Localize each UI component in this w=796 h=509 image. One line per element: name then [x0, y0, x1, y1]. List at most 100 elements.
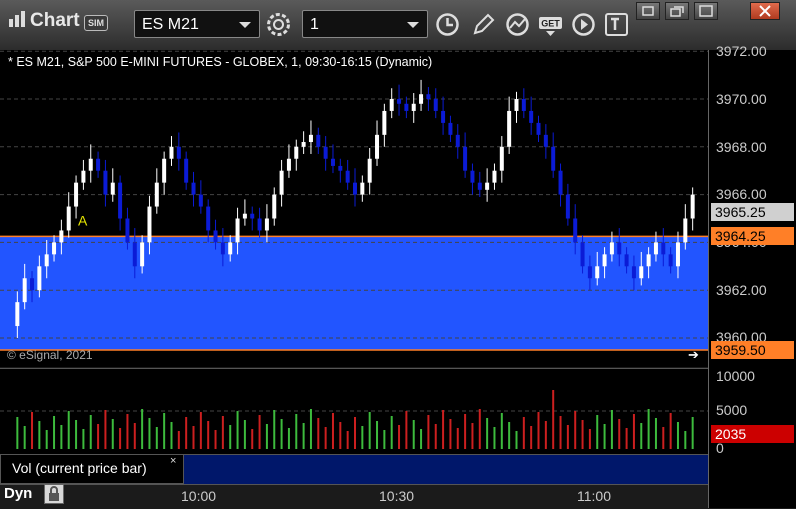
candle-body — [103, 170, 108, 195]
candle-body — [147, 206, 152, 243]
candle-body — [22, 278, 27, 303]
clock-icon[interactable] — [434, 11, 461, 38]
candle-body — [206, 206, 211, 231]
candle-body — [125, 218, 130, 243]
candle-body — [624, 254, 629, 267]
candle-body — [448, 122, 453, 135]
candle-body — [96, 158, 101, 171]
scroll-to-end-icon[interactable]: ➔ — [688, 347, 699, 363]
candle-body — [389, 99, 394, 111]
candle-body — [602, 254, 607, 267]
time-label: 10:00 — [181, 488, 217, 504]
price-label: 3966.00 — [716, 186, 767, 202]
symbol-value: ES M21 — [142, 16, 199, 33]
text-cursor-icon[interactable] — [603, 11, 630, 38]
lower-level-tag: 3959.50 — [711, 341, 794, 359]
candle-body — [220, 242, 225, 255]
candle-body — [433, 99, 438, 111]
candle-body — [242, 213, 247, 219]
candle-body — [30, 278, 35, 291]
chevron-down-icon[interactable] — [239, 22, 251, 28]
volume-axis-label: 10000 — [716, 368, 755, 384]
candle-body — [455, 134, 460, 147]
candle-body — [88, 158, 93, 171]
candle-body — [485, 182, 490, 190]
candle-body — [397, 99, 402, 104]
time-label: 11:00 — [577, 488, 611, 504]
candle-body — [514, 99, 519, 111]
copyright-text: © eSignal, 2021 — [7, 348, 93, 362]
get-data-icon[interactable]: GET — [537, 11, 564, 38]
speedometer-icon[interactable] — [504, 11, 531, 38]
candle-body — [235, 218, 240, 243]
candle-body — [536, 122, 541, 135]
study-close-icon[interactable]: × — [170, 455, 176, 467]
candle-body — [264, 218, 269, 231]
candle-body — [44, 254, 49, 267]
volume-svg[interactable] — [0, 369, 708, 455]
price-label: 3968.00 — [716, 139, 767, 155]
chart-header: * ES M21, S&P 500 E-MINI FUTURES - GLOBE… — [8, 55, 433, 69]
candle-body — [375, 134, 380, 159]
candle-body — [558, 170, 563, 195]
restore-icon[interactable] — [636, 2, 660, 20]
candle-body — [426, 94, 431, 99]
candle-body — [257, 218, 262, 231]
symbol-combo[interactable]: ES M21 — [134, 10, 260, 38]
time-label: 10:30 — [379, 488, 415, 504]
settings-gear-icon[interactable] — [265, 11, 292, 38]
chevron-down-icon[interactable] — [407, 22, 419, 28]
candle-body — [653, 242, 658, 255]
time-axis[interactable]: 10:00 10:30 11:00 — [0, 484, 708, 509]
candle-body — [213, 230, 218, 243]
candle-body — [74, 182, 79, 207]
study-pane[interactable] — [184, 454, 708, 485]
candle-body — [470, 170, 475, 183]
candle-body — [360, 182, 365, 195]
candle-body — [617, 242, 622, 255]
candle-body — [198, 194, 203, 207]
dynamic-mode-label[interactable]: Dyn — [4, 485, 32, 502]
volume-axis-label: 5000 — [716, 402, 748, 418]
price-axis[interactable]: 3972.00 3970.00 3968.00 3966.00 3964.00 … — [708, 43, 796, 508]
candle-body — [345, 170, 350, 183]
lock-icon[interactable] — [44, 484, 64, 504]
candle-body — [140, 242, 145, 267]
close-icon[interactable] — [750, 2, 780, 20]
candle-body — [367, 158, 372, 183]
candle-body — [411, 103, 416, 111]
price-chart-svg[interactable]: A — [0, 50, 708, 367]
candle-body — [492, 170, 497, 183]
price-label: 3970.00 — [716, 91, 767, 107]
candle-body — [661, 242, 666, 255]
interval-combo[interactable]: 1 — [302, 10, 428, 38]
candle-body — [110, 182, 115, 195]
candle-body — [639, 266, 644, 279]
chart-title-text: Chart — [30, 10, 80, 31]
candle-body — [176, 146, 181, 159]
pencil-draw-icon[interactable] — [470, 11, 497, 38]
restore-alt-icon[interactable] — [665, 2, 689, 20]
candle-body — [15, 302, 20, 327]
candle-body — [323, 146, 328, 159]
candle-body — [338, 165, 343, 171]
candle-body — [499, 146, 504, 171]
candle-body — [52, 242, 57, 255]
candle-body — [573, 218, 578, 243]
candle-body — [646, 254, 651, 267]
candle-body — [543, 134, 548, 147]
candle-body — [316, 134, 321, 147]
candle-body — [191, 182, 196, 195]
maximize-icon[interactable] — [694, 2, 718, 20]
candle-body — [609, 242, 614, 255]
candle-body — [463, 146, 468, 171]
candle-body — [565, 194, 570, 219]
candle-body — [683, 218, 688, 243]
volume-pane[interactable] — [0, 368, 708, 455]
play-icon[interactable] — [570, 11, 597, 38]
candle-body — [675, 242, 680, 267]
candle-body — [382, 110, 387, 135]
candle-body — [308, 134, 313, 143]
volume-current-tag: 2035 — [711, 425, 794, 443]
price-chart-pane[interactable]: A — [0, 50, 708, 367]
